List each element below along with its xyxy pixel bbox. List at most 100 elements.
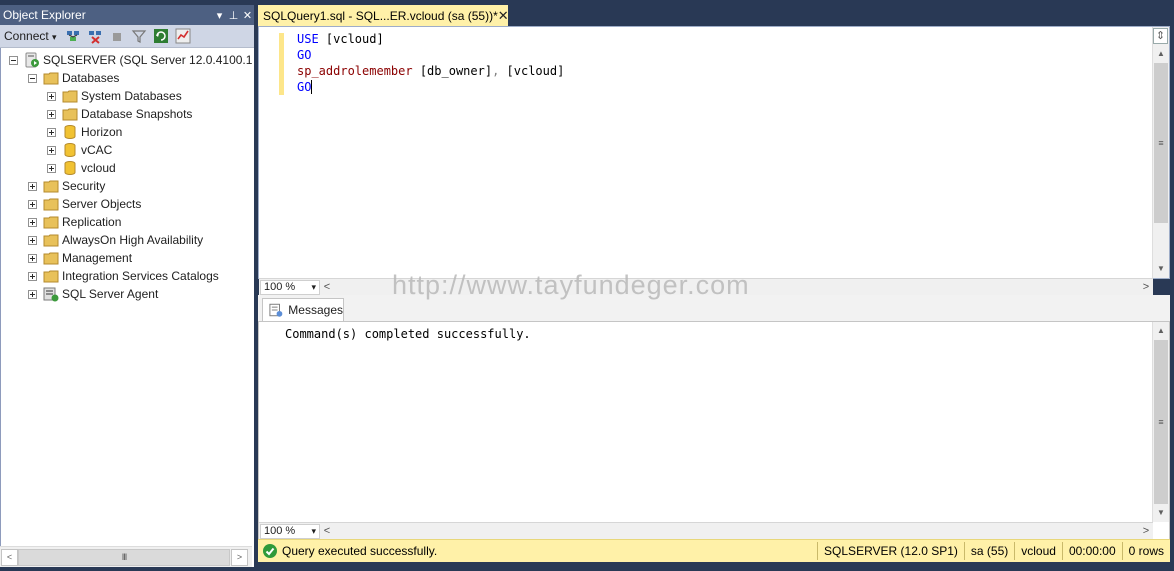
expand-icon[interactable] [28, 235, 37, 245]
close-icon[interactable]: ✕ [241, 9, 254, 22]
expand-icon[interactable] [47, 91, 56, 101]
folder-icon [43, 72, 59, 85]
scroll-down-arrow-icon[interactable]: ▼ [1153, 505, 1169, 521]
messages-panel[interactable]: Command(s) completed successfully. ▲ ≡ ▼… [258, 321, 1170, 541]
tree-node-integration-services[interactable]: Integration Services Catalogs [28, 267, 219, 285]
results-pane: Messages Command(s) completed successful… [258, 295, 1170, 541]
folder-icon [62, 90, 78, 103]
tree-node-databases[interactable]: Databases [28, 69, 119, 87]
tree-label-server: SQLSERVER (SQL Server 12.0.4100.1 - sa [43, 53, 252, 67]
tree-node-vcloud[interactable]: vcloud [47, 159, 116, 177]
connect-button[interactable]: Connect ▾ [4, 29, 57, 43]
messages-icon [269, 303, 283, 317]
folder-icon [43, 180, 59, 193]
tree-label-databases: Databases [62, 71, 120, 85]
editor-vscrollbar[interactable]: ⇕ ▲ ≡ ▼ [1152, 27, 1169, 278]
scroll-right-arrow-icon[interactable]: > [1139, 281, 1153, 293]
tab-close-icon[interactable]: ✕ [498, 8, 509, 24]
scroll-thumb[interactable]: III [18, 549, 230, 566]
status-rows: 0 rows [1121, 542, 1170, 560]
scroll-down-arrow-icon[interactable]: ▼ [1153, 261, 1169, 277]
object-explorer-title: Object Explorer [3, 8, 86, 22]
results-zoom-select[interactable]: 100 % ▾ [260, 523, 320, 539]
tree-node-system-databases[interactable]: System Databases [47, 87, 182, 105]
tree-node-server[interactable]: SQLSERVER (SQL Server 12.0.4100.1 - sa [9, 51, 252, 69]
folder-icon [43, 216, 59, 229]
code-keyword: USE [297, 32, 319, 46]
tree-node-server-objects[interactable]: Server Objects [28, 195, 141, 213]
tree-label-integration-services: Integration Services Catalogs [62, 269, 219, 283]
code-procedure: sp_addrolemember [297, 64, 413, 78]
scroll-left-arrow-icon[interactable]: < [320, 525, 334, 537]
tree-node-sql-agent[interactable]: SQL Server Agent [28, 285, 158, 303]
expand-icon[interactable] [47, 145, 56, 155]
tree-label-database-snapshots: Database Snapshots [81, 107, 193, 121]
object-explorer-tree: SQLSERVER (SQL Server 12.0.4100.1 - sa D… [0, 48, 252, 546]
expand-icon[interactable] [47, 109, 56, 119]
scroll-left-arrow-icon[interactable]: < [1, 549, 18, 566]
collapse-icon[interactable] [9, 55, 18, 65]
zoom-select[interactable]: 100 % ▾ [260, 279, 320, 295]
database-icon [64, 143, 76, 157]
tree-label-sql-agent: SQL Server Agent [62, 287, 159, 301]
text-caret [311, 80, 313, 94]
disconnect-icon[interactable] [87, 28, 103, 44]
messages-vscrollbar[interactable]: ▲ ≡ ▼ [1152, 322, 1169, 522]
tree-node-horizon[interactable]: Horizon [47, 123, 122, 141]
code-area[interactable]: USE [vcloud] GO sp_addrolemember [db_own… [297, 31, 564, 95]
tree-label-security: Security [62, 179, 106, 193]
tab-messages[interactable]: Messages [262, 298, 344, 321]
scroll-right-arrow-icon[interactable]: > [1139, 525, 1153, 537]
chevron-down-icon: ▾ [311, 525, 316, 536]
tree-label-horizon: Horizon [81, 125, 123, 139]
tree-node-replication[interactable]: Replication [28, 213, 121, 231]
tree-node-management[interactable]: Management [28, 249, 132, 267]
split-view-icon[interactable]: ⇕ [1153, 28, 1168, 44]
code-keyword: GO [297, 48, 312, 62]
message-text: Command(s) completed successfully. [285, 327, 531, 341]
expand-icon[interactable] [28, 289, 37, 299]
tree-node-database-snapshots[interactable]: Database Snapshots [47, 105, 192, 123]
object-explorer-hscrollbar[interactable]: < III > [0, 546, 252, 567]
expand-icon[interactable] [28, 217, 37, 227]
window-position-dropdown-icon[interactable]: ▾ [213, 9, 226, 22]
expand-icon[interactable] [47, 127, 56, 137]
query-status-bar: Query executed successfully. SQLSERVER (… [258, 539, 1170, 562]
folder-icon [43, 234, 59, 247]
expand-icon[interactable] [28, 253, 37, 263]
connect-object-explorer-icon[interactable] [65, 28, 81, 44]
code-line-1: USE [vcloud] [297, 31, 564, 47]
status-server: SQLSERVER (12.0 SP1) [817, 542, 964, 560]
scroll-thumb[interactable]: ≡ [1154, 340, 1168, 504]
results-hscroll-track[interactable] [334, 523, 1139, 539]
refresh-icon[interactable] [153, 28, 169, 44]
sql-agent-icon [43, 287, 59, 302]
scroll-up-arrow-icon[interactable]: ▲ [1153, 46, 1169, 62]
scroll-left-arrow-icon[interactable]: < [320, 281, 334, 293]
database-icon [64, 161, 76, 175]
folder-icon [43, 270, 59, 283]
tree-node-security[interactable]: Security [28, 177, 105, 195]
status-user: sa (55) [963, 542, 1014, 560]
code-keyword: GO [297, 80, 312, 94]
expand-icon[interactable] [28, 271, 37, 281]
filter-icon[interactable] [131, 28, 147, 44]
activity-monitor-icon[interactable] [175, 28, 191, 44]
query-editor[interactable]: USE [vcloud] GO sp_addrolemember [db_own… [258, 26, 1170, 295]
expand-icon[interactable] [28, 181, 37, 191]
stop-icon[interactable] [109, 28, 125, 44]
tree-node-vcac[interactable]: vCAC [47, 141, 112, 159]
scroll-thumb[interactable]: ≡ [1154, 63, 1168, 223]
connect-caret-icon: ▾ [52, 32, 57, 42]
scroll-right-arrow-icon[interactable]: > [231, 549, 248, 566]
collapse-icon[interactable] [28, 73, 37, 83]
tree-node-alwayson[interactable]: AlwaysOn High Availability [28, 231, 203, 249]
expand-icon[interactable] [47, 163, 56, 173]
connect-label: Connect [4, 29, 49, 43]
database-icon [64, 125, 76, 139]
tab-sqlquery1[interactable]: SQLQuery1.sql - SQL...ER.vcloud (sa (55)… [258, 5, 509, 26]
folder-icon [43, 198, 59, 211]
pin-icon[interactable]: ⊥ [227, 9, 240, 22]
scroll-up-arrow-icon[interactable]: ▲ [1153, 323, 1169, 339]
expand-icon[interactable] [28, 199, 37, 209]
